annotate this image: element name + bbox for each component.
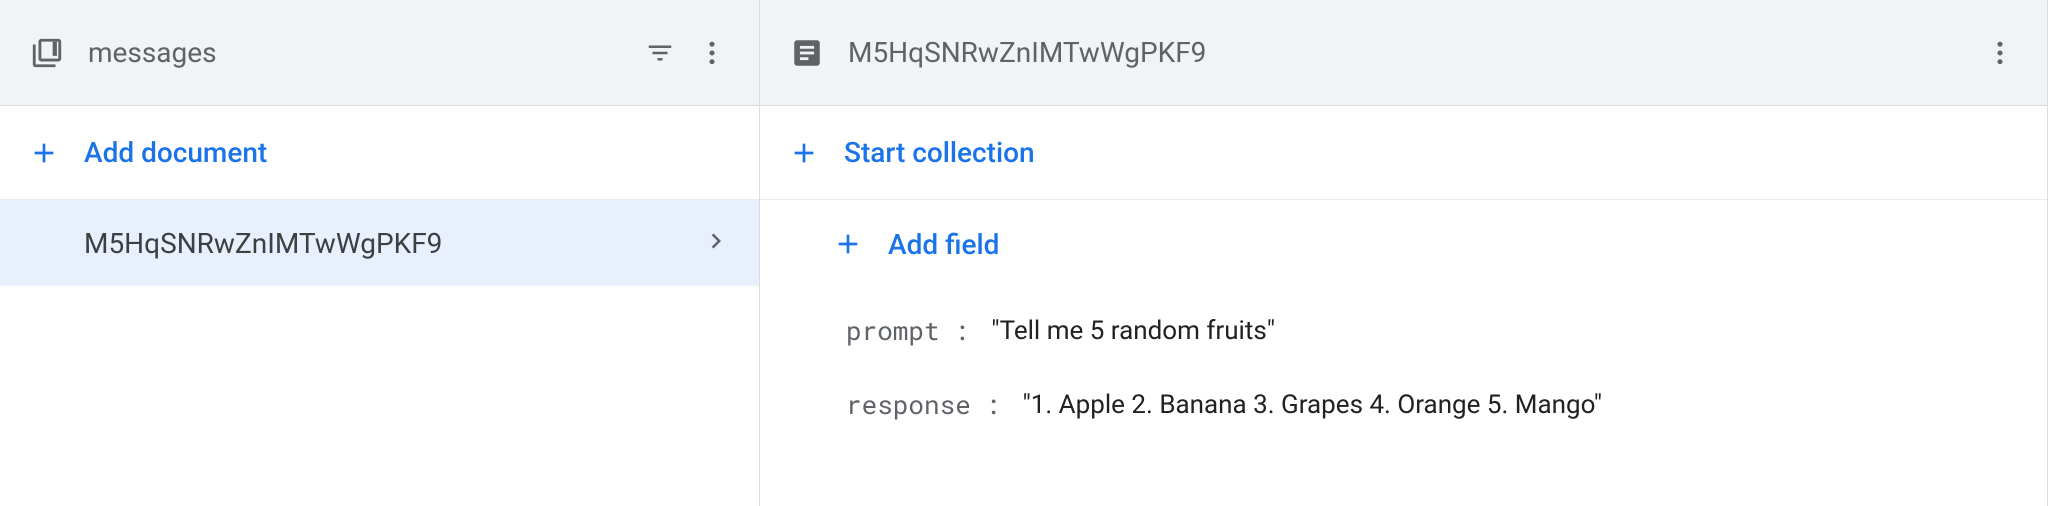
chevron-right-icon xyxy=(701,226,731,260)
document-header-actions xyxy=(1981,34,2019,72)
filter-icon[interactable] xyxy=(641,34,679,72)
field-list: prompt: "Tell me 5 random fruits" respon… xyxy=(760,288,2047,434)
more-vert-icon[interactable] xyxy=(693,34,731,72)
collection-header: messages xyxy=(0,0,759,106)
plus-icon xyxy=(28,137,60,169)
add-field-button[interactable]: Add field xyxy=(760,200,2047,288)
collection-header-actions xyxy=(641,34,731,72)
field-value: "Tell me 5 random fruits" xyxy=(991,316,1275,346)
document-header: M5HqSNRwZnIMTwWgPKF9 xyxy=(760,0,2047,106)
field-row[interactable]: response: "1. Apple 2. Banana 3. Grapes … xyxy=(760,376,2047,434)
field-row[interactable]: prompt: "Tell me 5 random fruits" xyxy=(760,302,2047,360)
collection-panel: messages Add documen xyxy=(0,0,760,506)
document-panel: M5HqSNRwZnIMTwWgPKF9 Start collection xyxy=(760,0,2048,506)
start-collection-label: Start collection xyxy=(844,136,1035,169)
collection-icon xyxy=(28,34,66,72)
field-key: response xyxy=(846,388,971,422)
field-colon: : xyxy=(954,314,970,348)
field-key: prompt xyxy=(846,314,940,348)
document-list-item[interactable]: M5HqSNRwZnIMTwWgPKF9 xyxy=(0,200,759,286)
field-colon: : xyxy=(985,388,1001,422)
more-vert-icon[interactable] xyxy=(1981,34,2019,72)
collection-title: messages xyxy=(88,36,619,69)
document-icon xyxy=(788,34,826,72)
document-id-label: M5HqSNRwZnIMTwWgPKF9 xyxy=(84,227,701,260)
add-field-label: Add field xyxy=(888,228,999,261)
document-title: M5HqSNRwZnIMTwWgPKF9 xyxy=(848,36,1959,69)
plus-icon xyxy=(788,137,820,169)
add-document-button[interactable]: Add document xyxy=(0,106,759,200)
document-list: M5HqSNRwZnIMTwWgPKF9 xyxy=(0,200,759,506)
start-collection-button[interactable]: Start collection xyxy=(760,106,2047,200)
add-document-label: Add document xyxy=(84,136,267,169)
plus-icon xyxy=(832,228,864,260)
field-value: "1. Apple 2. Banana 3. Grapes 4. Orange … xyxy=(1022,390,1602,420)
